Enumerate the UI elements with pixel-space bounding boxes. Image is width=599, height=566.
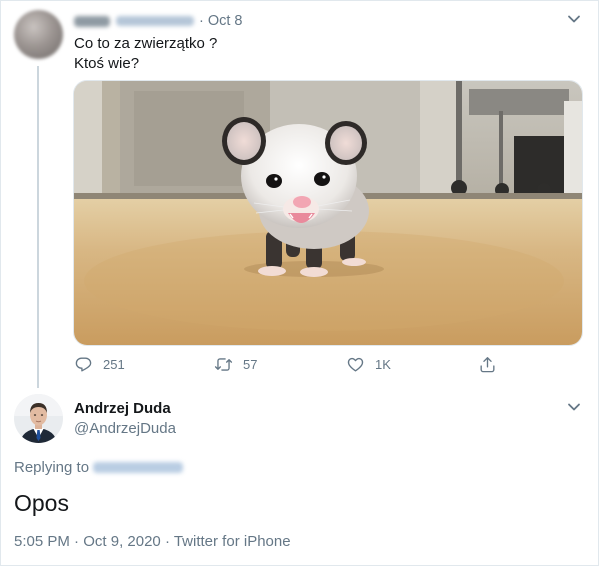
- redacted-display-name[interactable]: [74, 15, 110, 27]
- reply-tweet-meta: 5:05 PM · Oct 9, 2020 · Twitter for iPho…: [14, 533, 291, 550]
- opossum-illustration: [74, 81, 582, 345]
- reply-source[interactable]: Twitter for iPhone: [174, 533, 291, 550]
- reply-count: 251: [103, 357, 125, 372]
- original-author-avatar[interactable]: [14, 10, 63, 59]
- redacted-reply-target-handle[interactable]: [93, 462, 184, 473]
- reply-author-name[interactable]: Andrzej Duda: [74, 400, 171, 417]
- reply-date[interactable]: Oct 9, 2020: [83, 533, 161, 550]
- share-action[interactable]: [478, 355, 507, 374]
- like-action[interactable]: 1K: [346, 355, 391, 374]
- redacted-handle[interactable]: [116, 16, 194, 26]
- original-tweet-text: Co to za zwierzątko ? Ktoś wie?: [74, 35, 218, 72]
- replying-to-label: Replying to: [14, 459, 90, 476]
- reply-action[interactable]: 251: [74, 355, 125, 374]
- retweet-count: 57: [243, 357, 258, 372]
- share-icon: [480, 357, 495, 373]
- reply-author-handle[interactable]: @AndrzejDuda: [74, 420, 176, 437]
- heart-icon: [347, 357, 364, 372]
- chevron-down-icon[interactable]: [567, 400, 581, 414]
- chevron-down-icon[interactable]: [567, 12, 581, 26]
- like-count: 1K: [375, 357, 391, 372]
- reply-author-avatar[interactable]: [14, 394, 63, 443]
- original-tweet-date[interactable]: Oct 8: [208, 13, 243, 29]
- person-portrait-icon: [14, 394, 63, 443]
- meta-separator: ·: [160, 533, 174, 550]
- replying-to-line: Replying to: [14, 459, 184, 476]
- reply-time[interactable]: 5:05 PM: [14, 533, 70, 550]
- reply-tweet-text: Opos: [14, 490, 69, 516]
- retweet-icon: [214, 358, 233, 371]
- thread-connector-line: [37, 66, 39, 388]
- retweet-action[interactable]: 57: [214, 355, 257, 374]
- reply-icon: [75, 357, 92, 372]
- date-separator: ·: [199, 13, 204, 29]
- meta-separator: ·: [69, 533, 84, 550]
- original-tweet-header: · Oct 8: [74, 12, 243, 30]
- tweet-actions-bar: 251 57 1K: [74, 355, 504, 375]
- opossum-photo[interactable]: [73, 80, 583, 346]
